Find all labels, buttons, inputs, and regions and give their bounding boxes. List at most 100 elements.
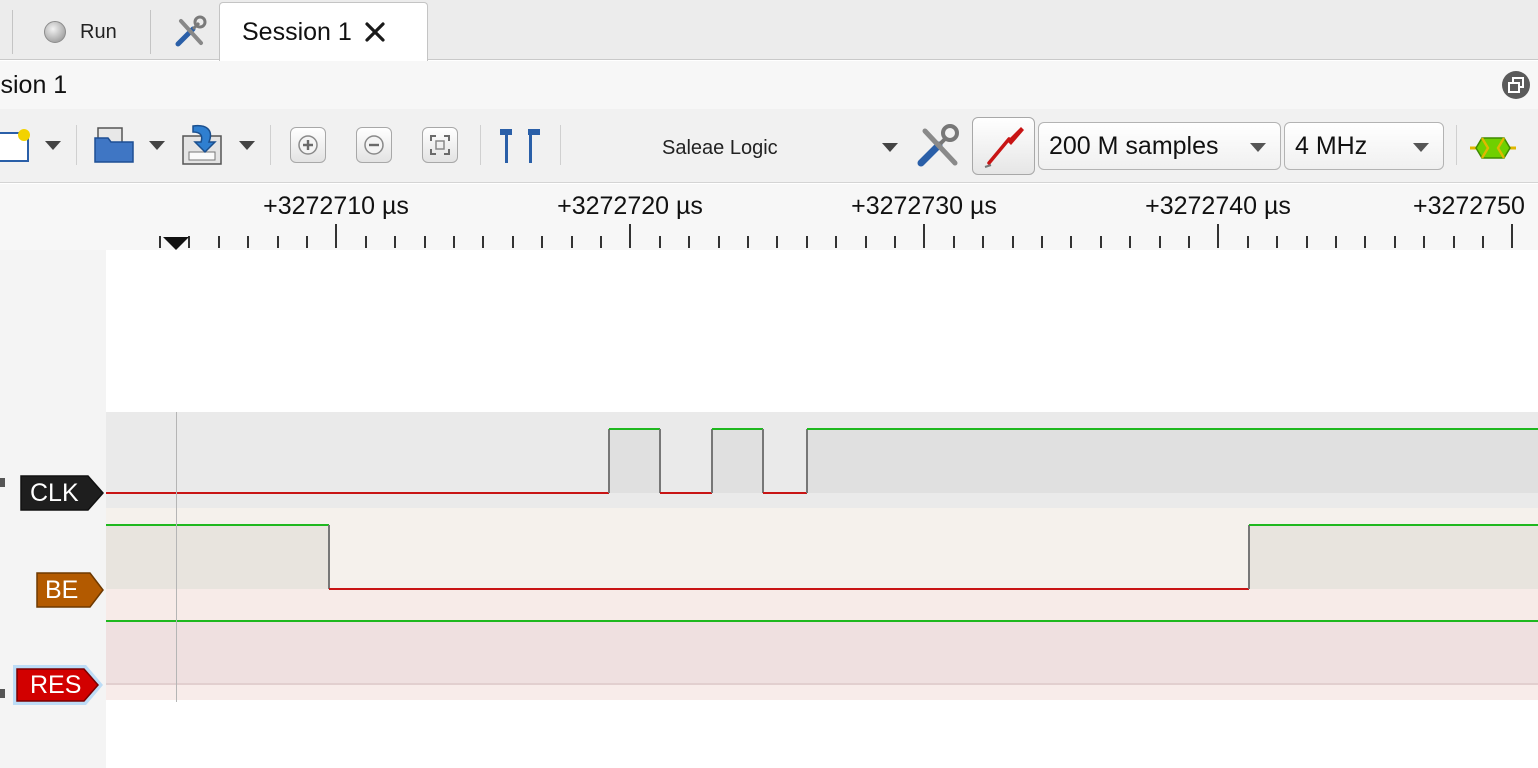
ruler-tick <box>247 236 249 248</box>
channel-name: CLK <box>30 478 79 507</box>
cursor-marker[interactable] <box>163 237 189 250</box>
restore-icon[interactable] <box>1502 71 1530 99</box>
tools-icon[interactable] <box>168 12 212 52</box>
channel-pin <box>0 478 5 487</box>
time-label: +3272720 µs <box>557 192 703 220</box>
waveform-plot[interactable] <box>106 250 1538 768</box>
chevron-down-icon <box>1413 143 1429 152</box>
ruler-tick <box>541 236 543 248</box>
ruler-tick <box>335 224 337 248</box>
ruler-tick <box>1041 236 1043 248</box>
tab-separator <box>150 10 151 54</box>
chevron-down-icon <box>149 140 165 150</box>
channel-name: RES <box>30 670 82 699</box>
ruler-tick <box>1335 236 1337 248</box>
cursor-line <box>176 412 177 702</box>
ruler-tick <box>923 224 925 248</box>
channel-label-clk[interactable]: CLK <box>20 475 104 511</box>
ruler-tick <box>865 236 867 248</box>
waveforms <box>106 428 1538 685</box>
clk-high-fill <box>807 429 1538 493</box>
chevron-down-icon <box>882 143 898 152</box>
ruler-tick <box>1394 236 1396 248</box>
ruler-tick <box>806 236 808 248</box>
ruler-tick <box>306 236 308 248</box>
ruler-tick <box>1364 236 1366 248</box>
toolbar-separator <box>1456 125 1457 165</box>
chevron-down-icon <box>45 140 61 150</box>
ruler-tick <box>982 236 984 248</box>
run-label: Run <box>80 20 117 43</box>
samples-value: 200 M samples <box>1049 131 1219 160</box>
new-session-icon[interactable] <box>0 123 34 165</box>
channel-label-be[interactable]: BE <box>36 572 104 608</box>
ruler-tick <box>1511 224 1513 248</box>
save-dropdown[interactable] <box>236 137 258 153</box>
open-file-icon[interactable] <box>90 123 138 167</box>
ruler-tick <box>1306 236 1308 248</box>
tab-separator <box>12 10 13 54</box>
ruler-tick <box>953 236 955 248</box>
save-file-icon[interactable] <box>178 121 228 169</box>
ruler-tick <box>629 224 631 248</box>
rate-value: 4 MHz <box>1295 131 1368 160</box>
ruler-tick <box>659 236 661 248</box>
close-icon[interactable] <box>362 19 388 45</box>
ruler-tick <box>894 236 896 248</box>
ruler-tick <box>1423 236 1425 248</box>
device-select[interactable]: Saleae Logic <box>572 126 907 170</box>
be-high-fill <box>106 525 329 589</box>
clk-pulse-fill <box>609 429 660 493</box>
samples-select[interactable]: 200 M samples <box>1038 122 1281 170</box>
ruler-tick <box>424 236 426 248</box>
open-dropdown[interactable] <box>146 137 168 153</box>
ruler-tick <box>453 236 455 248</box>
ruler-tick <box>571 236 573 248</box>
ruler-tick <box>1129 236 1131 248</box>
ruler-tick <box>482 236 484 248</box>
channel-pin <box>0 689 5 698</box>
ruler-tick <box>1070 236 1072 248</box>
ruler-tick <box>1453 236 1455 248</box>
zoom-fit-icon[interactable] <box>422 127 458 163</box>
markers-icon[interactable] <box>494 125 546 165</box>
time-label: +3272740 µs <box>1145 192 1291 220</box>
be-high-fill <box>1249 525 1538 589</box>
ruler-tick <box>159 236 161 248</box>
toolbar-separator <box>480 125 481 165</box>
ruler-tick <box>1188 236 1190 248</box>
ruler-tick <box>365 236 367 248</box>
ruler-tick <box>835 236 837 248</box>
chevron-down-icon <box>239 140 255 150</box>
tab-bar: Run Session 1 <box>0 0 1538 61</box>
ruler-tick <box>1012 236 1014 248</box>
zoom-in-icon[interactable] <box>290 127 326 163</box>
run-indicator-icon <box>44 21 66 43</box>
ruler-tick <box>1217 224 1219 248</box>
ruler-tick <box>1482 236 1484 248</box>
toolbar-separator <box>560 125 561 165</box>
channel-label-res[interactable]: RES <box>12 664 104 706</box>
time-ruler[interactable]: +3272710 µs +3272720 µs +3272730 µs +327… <box>0 184 1538 250</box>
session-header: ssion 1 <box>0 61 1538 109</box>
session-tab-label: Session 1 <box>242 17 352 46</box>
session-title: ssion 1 <box>0 71 68 99</box>
chevron-down-icon <box>1250 143 1266 152</box>
probe-icon[interactable] <box>972 117 1035 175</box>
time-label: +3272750 <box>1413 192 1525 220</box>
run-button[interactable]: Run <box>30 10 131 54</box>
toolbar-separator <box>76 125 77 165</box>
ruler-tick <box>688 236 690 248</box>
tab-session-1[interactable]: Session 1 <box>219 2 428 61</box>
ruler-tick <box>394 236 396 248</box>
new-session-dropdown[interactable] <box>42 137 64 153</box>
ruler-tick <box>776 236 778 248</box>
zoom-out-icon[interactable] <box>356 127 392 163</box>
ruler-tick <box>1159 236 1161 248</box>
rate-select[interactable]: 4 MHz <box>1284 122 1444 170</box>
ruler-tick <box>1100 236 1102 248</box>
analyzer-icon[interactable] <box>1466 128 1520 168</box>
device-settings-icon[interactable] <box>914 122 962 170</box>
ruler-tick <box>512 236 514 248</box>
ruler-tick <box>1247 236 1249 248</box>
